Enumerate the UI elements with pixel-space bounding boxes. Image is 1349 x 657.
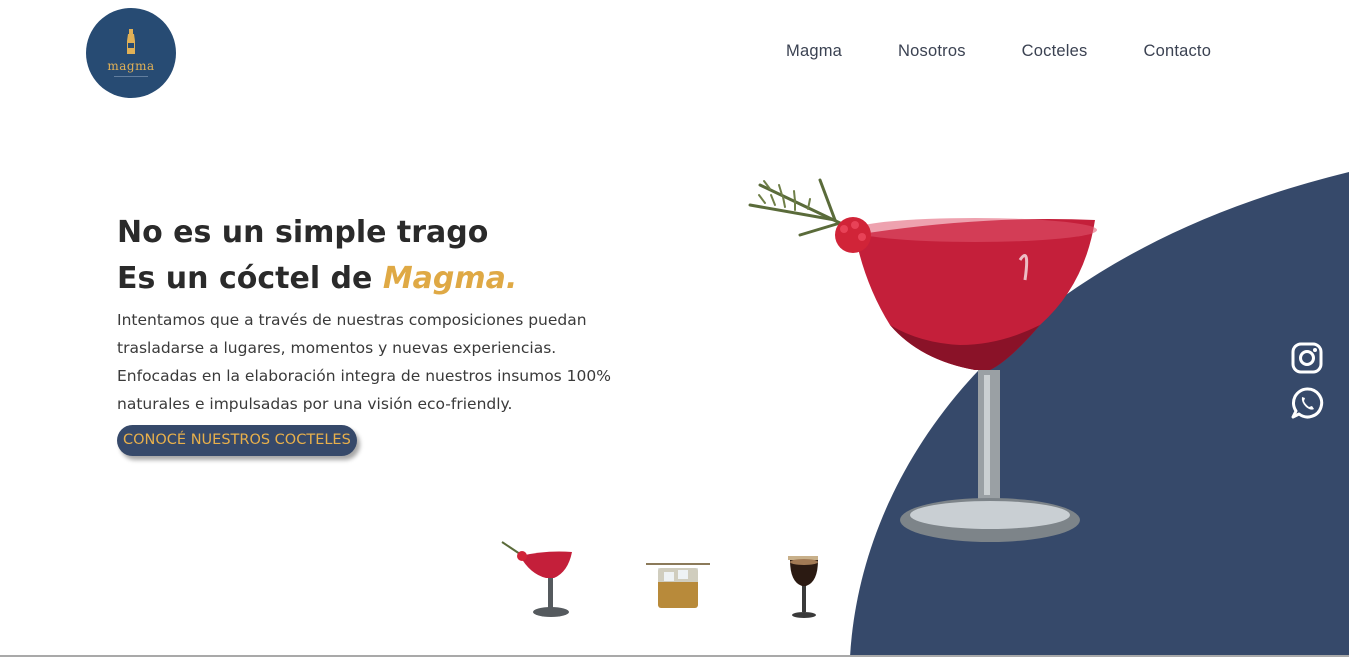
whatsapp-icon[interactable]: [1290, 386, 1324, 420]
nav-link-cocteles[interactable]: Cocteles: [1022, 42, 1088, 61]
hero-title-accent: Magma.: [382, 261, 518, 296]
instagram-icon[interactable]: [1290, 341, 1324, 375]
nav-link-magma[interactable]: Magma: [786, 42, 842, 61]
main-nav: Magma Nosotros Cocteles Contacto: [786, 42, 1211, 61]
nav-link-nosotros[interactable]: Nosotros: [898, 42, 966, 61]
hero-cocktail-image: [748, 178, 1097, 542]
logo-underline: [114, 76, 148, 77]
cta-button[interactable]: CONOCÉ NUESTROS COCTELES: [117, 425, 357, 456]
hero-section: No es un simple trago Es un cóctel de Ma…: [117, 210, 637, 456]
logo-bottle-icon: [127, 29, 135, 54]
hero-title: No es un simple trago Es un cóctel de Ma…: [117, 210, 637, 302]
cocktail-thumbnail-dark[interactable]: [766, 538, 844, 624]
brand-logo[interactable]: magma: [86, 8, 176, 98]
hero-title-line2-prefix: Es un cóctel de: [117, 261, 383, 296]
nav-link-contacto[interactable]: Contacto: [1143, 42, 1211, 61]
hero-description: Intentamos que a través de nuestras comp…: [117, 311, 611, 413]
logo-text: magma: [107, 59, 155, 73]
cocktail-thumbnail-amber[interactable]: [640, 538, 718, 624]
hero-title-line1: No es un simple trago: [117, 215, 489, 250]
cocktail-thumbnail-red[interactable]: [498, 538, 576, 624]
